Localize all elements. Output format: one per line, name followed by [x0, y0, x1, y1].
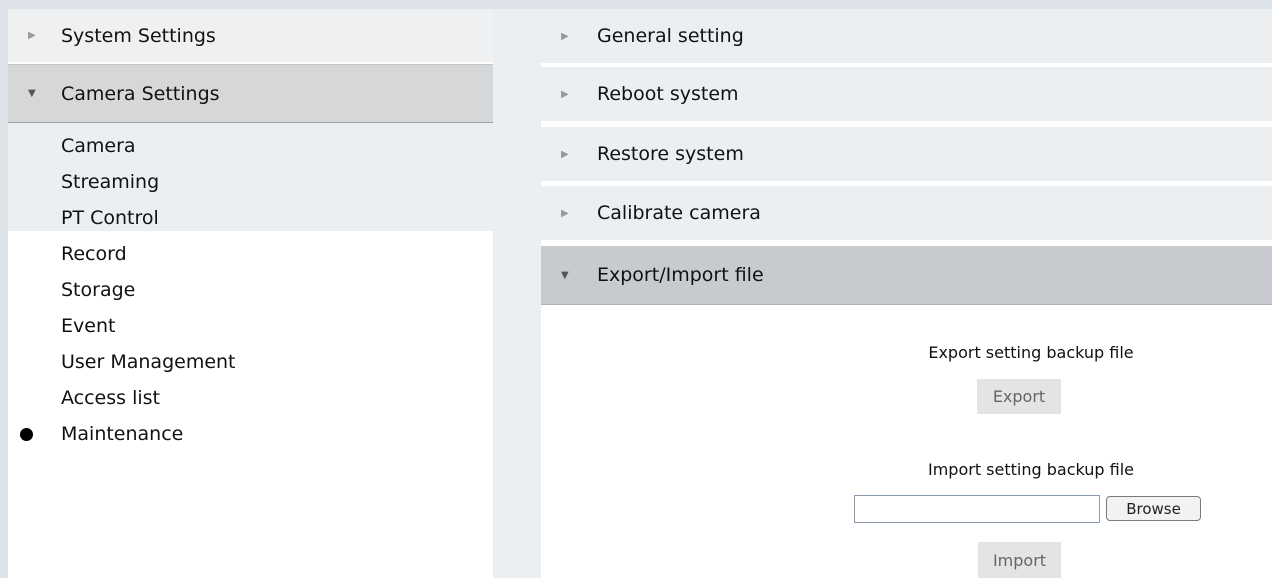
sidebar-item-label: PT Control: [61, 207, 159, 229]
section-label: Reboot system: [597, 83, 739, 105]
sidebar-item-pt-control[interactable]: PT Control: [8, 200, 493, 236]
section-label: Export/Import file: [597, 264, 764, 286]
export-label: Export setting backup file: [928, 343, 1134, 362]
triangle-right-icon: ▶: [561, 148, 569, 160]
section-calibrate-camera[interactable]: ▶ Calibrate camera: [541, 186, 1272, 242]
section-restore-system[interactable]: ▶ Restore system: [541, 127, 1272, 183]
sidebar-item-label: Maintenance: [61, 423, 184, 445]
triangle-down-icon: ▼: [28, 88, 36, 99]
sidebar: ▶ System Settings ▼ Camera Settings Came…: [8, 9, 493, 578]
sidebar-item-maintenance[interactable]: Maintenance: [8, 416, 493, 452]
triangle-right-icon: ▶: [561, 207, 569, 219]
browse-button[interactable]: Browse: [1106, 496, 1201, 521]
sidebar-header-camera-settings[interactable]: ▼ Camera Settings: [8, 64, 493, 123]
panel-divider: [493, 9, 541, 578]
triangle-right-icon: ▶: [561, 30, 569, 42]
sidebar-item-camera[interactable]: Camera: [8, 128, 493, 164]
sidebar-header-label: System Settings: [61, 24, 216, 47]
main-panel: ▶ General setting ▶ Reboot system ▶ Rest…: [541, 9, 1272, 578]
import-file-field[interactable]: [854, 495, 1100, 523]
sidebar-item-label: Storage: [61, 279, 136, 301]
sidebar-item-event[interactable]: Event: [8, 308, 493, 344]
sidebar-item-label: Camera: [61, 135, 136, 157]
import-label: Import setting backup file: [927, 460, 1135, 479]
section-general-setting[interactable]: ▶ General setting: [541, 9, 1272, 65]
triangle-down-icon: ▼: [561, 269, 569, 281]
sidebar-item-label: Record: [61, 243, 127, 265]
section-label: General setting: [597, 25, 744, 47]
export-button[interactable]: Export: [977, 379, 1061, 414]
import-button[interactable]: Import: [978, 542, 1061, 578]
sidebar-header-label: Camera Settings: [61, 82, 220, 105]
sidebar-item-storage[interactable]: Storage: [8, 272, 493, 308]
sidebar-nav-list: Camera Streaming PT Control Record Stora…: [8, 128, 493, 452]
sidebar-item-label: Access list: [61, 387, 160, 409]
sidebar-item-label: User Management: [61, 351, 236, 373]
export-import-content: Export setting backup file Export Import…: [541, 305, 1272, 578]
triangle-right-icon: ▶: [561, 88, 569, 100]
sidebar-item-label: Event: [61, 315, 116, 337]
section-label: Restore system: [597, 143, 744, 165]
sidebar-item-streaming[interactable]: Streaming: [8, 164, 493, 200]
section-label: Calibrate camera: [597, 202, 761, 224]
sidebar-item-record[interactable]: Record: [8, 236, 493, 272]
triangle-right-icon: ▶: [28, 30, 36, 41]
bullet-icon: [20, 428, 33, 441]
sidebar-item-user-management[interactable]: User Management: [8, 344, 493, 380]
sidebar-header-system-settings[interactable]: ▶ System Settings: [8, 9, 493, 63]
sidebar-item-access-list[interactable]: Access list: [8, 380, 493, 416]
maintenance-page: ▶ System Settings ▼ Camera Settings Came…: [0, 0, 1272, 578]
sidebar-item-label: Streaming: [61, 171, 160, 193]
section-export-import-file[interactable]: ▼ Export/Import file: [541, 246, 1272, 305]
section-reboot-system[interactable]: ▶ Reboot system: [541, 67, 1272, 123]
